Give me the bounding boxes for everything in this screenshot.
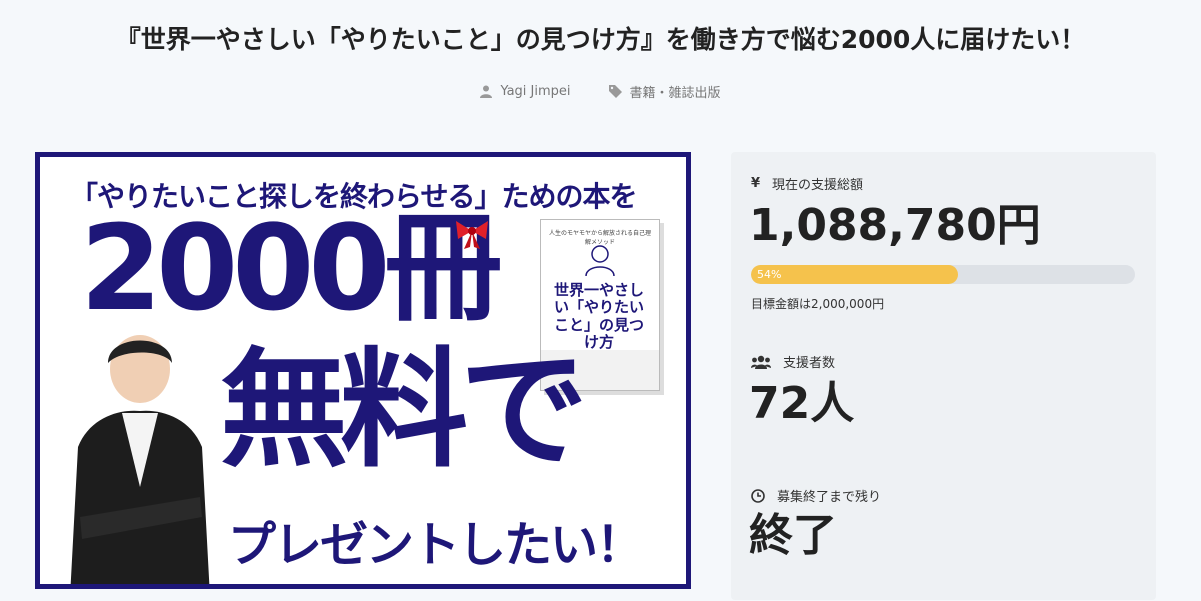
hero-free-text: 無料で xyxy=(220,336,588,485)
user-icon xyxy=(480,85,493,98)
funding-progress-fill: 54% xyxy=(751,265,959,284)
project-hero-image: 「やりたいこと探しを終わらせる」ための本を 2000冊 人生のモヤモヤから解放さ… xyxy=(35,152,691,589)
book-illustration-icon xyxy=(585,245,615,277)
total-funding-value: 1,088,780円 xyxy=(749,200,1041,251)
hero-big-text: 2000冊 xyxy=(80,199,502,337)
yen-icon: ¥ xyxy=(751,176,761,191)
project-meta: Yagi Jimpei 書籍・雑誌出版 xyxy=(0,82,1201,101)
clock-icon xyxy=(751,488,765,503)
funding-progress-bar: 54% xyxy=(751,265,1135,284)
funding-status-panel: ¥ 現在の支援総額 1,088,780円 54% 目標金額は2,000,000円… xyxy=(731,152,1156,600)
supporters-value: 72人 xyxy=(749,378,855,429)
funding-goal: 目標金額は2,000,000円 xyxy=(751,297,885,311)
ribbon-icon xyxy=(456,221,488,249)
category-name: 書籍・雑誌出版 xyxy=(629,86,721,101)
project-title: 『世界一やさしい「やりたいこと」の見つけ方』を働き方で悩む2000人に届けたい！ xyxy=(115,25,1086,54)
users-icon xyxy=(751,355,771,369)
supporters-label: 支援者数 xyxy=(751,352,835,371)
category-link[interactable]: 書籍・雑誌出版 xyxy=(608,82,721,101)
author-link[interactable]: Yagi Jimpei xyxy=(480,82,571,101)
author-name: Yagi Jimpei xyxy=(500,84,571,99)
hero-present-text: プレゼントしたい！ xyxy=(228,517,644,573)
remaining-label: 募集終了まで残り xyxy=(751,486,881,505)
funding-progress-label: 54% xyxy=(757,268,782,281)
author-photo xyxy=(70,335,210,584)
total-funding-label: ¥ 現在の支援総額 xyxy=(751,176,864,193)
remaining-value: 終了 xyxy=(749,510,837,561)
tag-icon xyxy=(608,85,622,98)
